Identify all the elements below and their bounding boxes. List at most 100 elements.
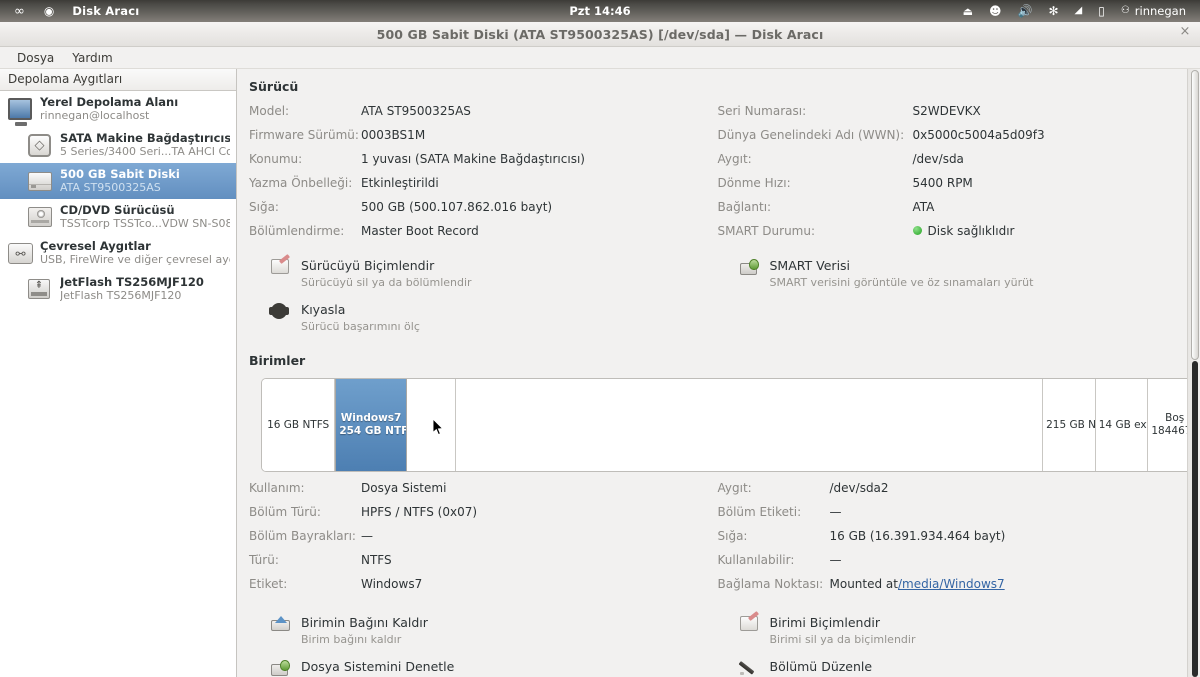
drive-field-location: Konumu: 1 yuvası (SATA Makine Bağdaştırı… bbox=[249, 152, 718, 176]
field-value: 16 GB (16.391.934.464 bayt) bbox=[829, 528, 1006, 543]
field-value: ATA ST9500325AS bbox=[361, 104, 471, 118]
drive-field-firmware: Firmware Sürümü: 0003BS1M bbox=[249, 128, 718, 152]
action-subtitle: SMART verisini görüntüle ve öz sınamalar… bbox=[769, 275, 1034, 289]
menu-dosya[interactable]: Dosya bbox=[8, 49, 63, 67]
ubuntu-logo-icon[interactable]: ∞ bbox=[0, 0, 35, 22]
action-title: Birimin Bağını Kaldır bbox=[301, 614, 428, 630]
wifi-icon[interactable]: ◢ bbox=[1067, 0, 1091, 22]
vertical-scrollbar[interactable] bbox=[1187, 69, 1200, 677]
partition-bar[interactable]: 16 GB NTFS Windows7 254 GB NTFS 215 GB N… bbox=[261, 377, 1200, 472]
volume-field-type: Türü: NTFS bbox=[249, 553, 718, 577]
benchmark-action[interactable]: Kıyasla Sürücü başarımını ölç bbox=[249, 302, 718, 334]
drive-field-serial: Seri Numarası: S2WDEVKX bbox=[718, 104, 1187, 128]
scrollbar-thumb[interactable] bbox=[1191, 70, 1199, 360]
sidebar-item-peripheral[interactable]: ⚯ Çevresel Aygıtlar USB, FireWire ve diğ… bbox=[0, 235, 236, 271]
field-value: Master Boot Record bbox=[361, 224, 479, 238]
flash-drive-icon: ⇞ bbox=[28, 276, 54, 302]
drive-actions-left: Sürücüyü Biçimlendir Sürücüyü sil ya da … bbox=[249, 258, 718, 347]
sidebar-item-subtitle: rinnegan@localhost bbox=[40, 109, 150, 123]
sidebar-item-subtitle: JetFlash TS256MJF120 bbox=[60, 289, 182, 303]
sidebar-item-sata-controller[interactable]: ◇ SATA Makine Bağdaştırıcısı 5 Series/34… bbox=[0, 127, 236, 163]
partition-sda3[interactable]: 215 GB NT... bbox=[1043, 378, 1096, 471]
accessibility-icon[interactable]: ☻ bbox=[981, 0, 1010, 22]
field-value: — bbox=[829, 504, 842, 519]
field-label: Model: bbox=[249, 104, 290, 118]
panel-app-title: Disk Aracı bbox=[72, 4, 140, 18]
sidebar-item-local-storage[interactable]: Yerel Depolama Alanı rinnegan@localhost bbox=[0, 91, 236, 127]
sidebar-item-subtitle: TSSTcorp TSSTco...VDW SN-S083F bbox=[60, 217, 230, 231]
format-drive-icon bbox=[271, 259, 293, 277]
field-value: 0x5000c5004a5d09f3 bbox=[912, 128, 1045, 142]
field-label: Etiket: bbox=[249, 576, 288, 591]
battery-icon[interactable]: ▯ bbox=[1090, 0, 1113, 22]
window-title: 500 GB Sabit Diski (ATA ST9500325AS) [/d… bbox=[376, 26, 824, 42]
drive-info-right-column: Seri Numarası: S2WDEVKX Dünya Genelindek… bbox=[718, 104, 1187, 248]
field-label: Dünya Genelindeki Adı (WWN): bbox=[717, 128, 905, 142]
volume-field-partition-flags: Bölüm Bayrakları: — bbox=[249, 529, 718, 553]
volume-field-available: Kullanılabilir: — bbox=[718, 553, 1187, 577]
session-indicator[interactable]: ⚇ rinnegan bbox=[1113, 0, 1194, 22]
scrollbar-track[interactable] bbox=[1192, 361, 1198, 677]
action-subtitle: Birimi sil ya da biçimlendir bbox=[769, 632, 916, 646]
field-value: HPFS / NTFS (0x07) bbox=[361, 504, 478, 519]
drive-field-wwn: Dünya Genelindeki Adı (WWN): 0x5000c5004… bbox=[718, 128, 1187, 152]
unmount-volume-action[interactable]: Birimin Bağını Kaldır Birim bağını kaldı… bbox=[249, 615, 718, 647]
circle-dot-icon[interactable]: ◉ bbox=[35, 0, 63, 22]
action-subtitle: Sürücü başarımını ölç bbox=[301, 320, 420, 334]
check-filesystem-action[interactable]: Dosya Sistemini Denetle Dosya sistemini … bbox=[249, 659, 718, 677]
format-drive-action[interactable]: Sürücüyü Biçimlendir Sürücüyü sil ya da … bbox=[249, 258, 718, 290]
drive-field-partitioning: Bölümlendirme: Master Boot Record bbox=[249, 224, 718, 248]
main-split: Depolama Aygıtları Yerel Depolama Alanı … bbox=[0, 69, 1200, 677]
edit-partition-action[interactable]: Bölümü Düzenle Bölüm türünü, etiketini v… bbox=[718, 659, 1187, 677]
smart-data-icon bbox=[739, 259, 762, 277]
volume-field-partition-label: Bölüm Etiketi: — bbox=[718, 505, 1187, 529]
sidebar-item-title: 500 GB Sabit Diski bbox=[60, 167, 180, 182]
action-title: Dosya Sistemini Denetle bbox=[301, 659, 455, 675]
partition-free-gap[interactable] bbox=[406, 378, 456, 471]
action-subtitle: Sürücüyü sil ya da bölümlendir bbox=[301, 275, 472, 289]
partition-label-line1: Boş bbox=[1165, 411, 1185, 424]
volume-actions: Birimin Bağını Kaldır Birim bağını kaldı… bbox=[249, 615, 1186, 677]
partition-label: 14 GB ext3 bbox=[1098, 418, 1148, 431]
mount-point-link[interactable]: /media/Windows7 bbox=[898, 577, 1005, 591]
sidebar-item-cddvd[interactable]: CD/DVD Sürücüsü TSSTcorp TSSTco...VDW SN… bbox=[0, 199, 236, 235]
field-label: Bölüm Türü: bbox=[249, 504, 321, 519]
close-icon[interactable]: × bbox=[1178, 25, 1192, 39]
field-label: Kullanım: bbox=[249, 480, 305, 495]
drive-actions-right: SMART Verisi SMART verisini görüntüle ve… bbox=[718, 258, 1187, 347]
unity-top-panel: ∞ ◉ Disk Aracı Pzt 14:46 ⏏ ☻ 🔊 ✻ ◢ ▯ ⚇ r… bbox=[0, 0, 1200, 22]
sidebar-item-jetflash[interactable]: ⇞ JetFlash TS256MJF120 JetFlash TS256MJF… bbox=[0, 271, 236, 307]
field-label: SMART Durumu: bbox=[717, 224, 816, 238]
field-value: /dev/sda2 bbox=[829, 480, 889, 495]
eject-icon[interactable]: ⏏ bbox=[955, 0, 981, 22]
field-label: Aygıt: bbox=[717, 152, 752, 166]
sidebar-item-title: Yerel Depolama Alanı bbox=[40, 95, 179, 110]
field-label: Seri Numarası: bbox=[717, 104, 807, 118]
field-label: Yazma Önbelleği: bbox=[249, 176, 353, 190]
volume-actions-right: Birimi Biçimlendir Birimi sil ya da biçi… bbox=[718, 615, 1187, 677]
menu-yardim[interactable]: Yardım bbox=[63, 49, 121, 67]
partition-sda2[interactable]: Windows7 254 GB NTFS bbox=[335, 378, 407, 471]
smart-data-action[interactable]: SMART Verisi SMART verisini görüntüle ve… bbox=[718, 258, 1187, 290]
field-value: Disk sağlıklıdır bbox=[927, 224, 1015, 238]
field-value: Mounted at bbox=[829, 576, 898, 591]
unmount-icon bbox=[271, 615, 293, 634]
field-label: Bölüm Bayrakları: bbox=[249, 528, 356, 543]
action-title: Sürücüyü Biçimlendir bbox=[301, 258, 435, 273]
volume-icon[interactable]: 🔊 bbox=[1009, 0, 1040, 22]
cd-dvd-icon bbox=[28, 204, 54, 230]
content-pane: Sürücü Model: ATA ST9500325AS Firmware S… bbox=[237, 69, 1200, 677]
drive-field-smart-status: SMART Durumu: Disk sağlıklıdır bbox=[718, 224, 1187, 248]
partition-extended[interactable] bbox=[455, 378, 1044, 471]
field-value: Etkinleştirildi bbox=[361, 176, 439, 190]
field-value: /dev/sda bbox=[912, 152, 964, 166]
format-volume-action[interactable]: Birimi Biçimlendir Birimi sil ya da biçi… bbox=[718, 615, 1187, 647]
bluetooth-icon[interactable]: ✻ bbox=[1040, 0, 1066, 22]
field-label: Bölümlendirme: bbox=[249, 224, 345, 238]
sidebar-item-subtitle: ATA ST9500325AS bbox=[60, 181, 161, 195]
partition-sda1[interactable]: 16 GB NTFS bbox=[262, 378, 336, 471]
drive-info-left-column: Model: ATA ST9500325AS Firmware Sürümü: … bbox=[249, 104, 718, 248]
sidebar-item-hard-disk[interactable]: 500 GB Sabit Diski ATA ST9500325AS bbox=[0, 163, 236, 199]
partition-sda4[interactable]: 14 GB ext3 bbox=[1095, 378, 1149, 471]
field-value: 1 yuvası (SATA Makine Bağdaştırıcısı) bbox=[361, 152, 585, 166]
